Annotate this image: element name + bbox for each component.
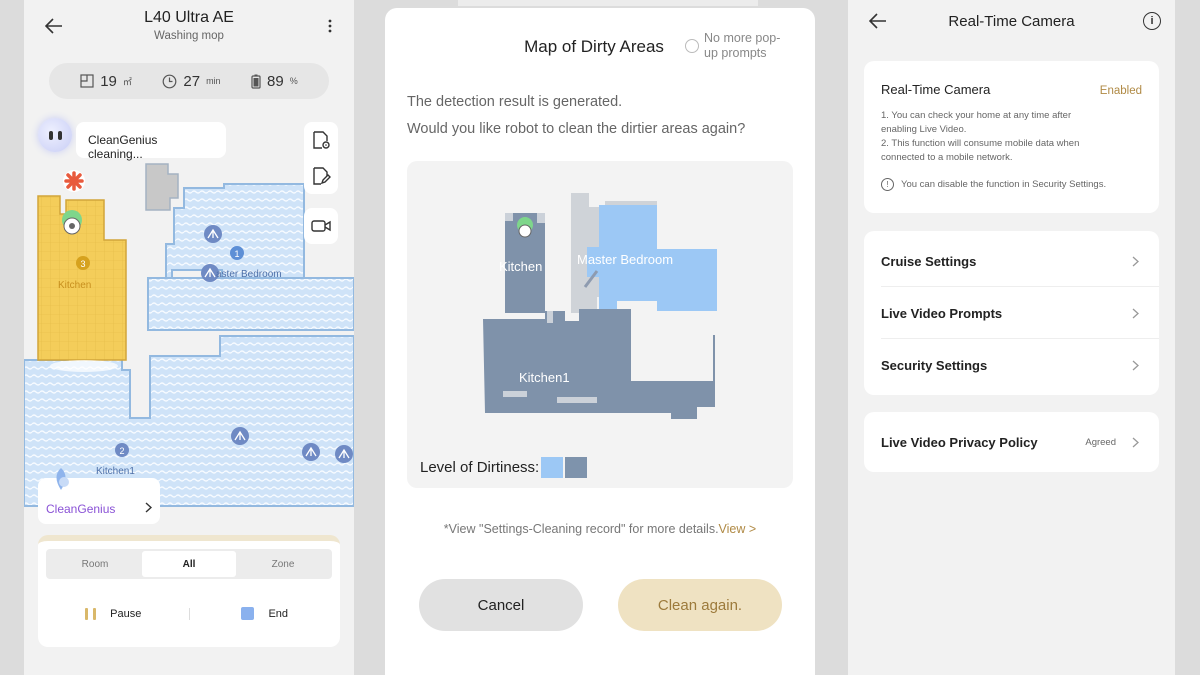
map-settings-icon	[313, 131, 330, 149]
segment-all[interactable]: All	[142, 551, 236, 577]
background-sheet-edge	[458, 0, 758, 6]
status-bubble: CleanGenius cleaning...	[76, 122, 226, 161]
dirty-room-kitchen1	[483, 309, 715, 419]
privacy-policy-row[interactable]: Live Video Privacy Policy Agreed	[864, 416, 1159, 468]
map-room-kitchen	[37, 195, 127, 361]
radio-button[interactable]	[685, 39, 699, 53]
status-badge: Enabled	[1099, 85, 1142, 97]
clean-again-button[interactable]: Clean again.	[618, 579, 782, 631]
clock-icon	[162, 74, 177, 88]
map-wall-area	[145, 163, 179, 211]
exclamation-icon: !	[881, 178, 894, 191]
kebab-icon	[328, 19, 332, 33]
description-1: 1. You can check your home at any time a…	[881, 110, 1072, 135]
result-message: The detection result is generated.	[407, 94, 623, 110]
no-more-prompts-option[interactable]: No more pop-up prompts	[685, 31, 815, 61]
agreement-status: Agreed	[1085, 436, 1116, 448]
battery-icon	[251, 74, 261, 89]
pause-icon	[85, 607, 97, 620]
map-label-kitchen: Kitchen	[499, 259, 542, 274]
pause-button[interactable]: Pause	[38, 607, 189, 620]
cleangenius-icon	[56, 468, 69, 490]
device-title: L40 Ultra AE	[144, 9, 234, 26]
dirtiness-low-swatch	[541, 457, 564, 478]
chevron-right-icon	[1128, 254, 1142, 268]
real-time-camera-screen: Real-Time Camera i Real-Time Camera Enab…	[848, 0, 1175, 675]
stat-battery: 89 %	[251, 73, 298, 90]
view-link[interactable]: View >	[719, 522, 757, 536]
stop-icon	[241, 607, 255, 620]
cleangenius-chip[interactable]: CleanGenius	[38, 468, 160, 524]
map-edit-button[interactable]	[304, 158, 338, 194]
dirty-areas-map: Kitchen Master Bedroom Kitchen1 Level of…	[407, 161, 793, 488]
card-title: Real-Time Camera	[881, 82, 991, 97]
page-title: Real-Time Camera	[948, 13, 1075, 30]
details-note: *View "Settings-Cleaning record" for mor…	[443, 522, 757, 536]
map-label-master-bedroom: Master Bedroom	[577, 252, 673, 267]
map-tool-buttons	[304, 122, 338, 244]
more-options-button[interactable]	[320, 15, 340, 37]
map-label-kitchen: Kitchen	[58, 280, 91, 291]
svg-text:3: 3	[80, 259, 85, 269]
security-notice: ! You can disable the function in Securi…	[881, 178, 1106, 191]
header: L40 Ultra AE Washing mop	[24, 0, 354, 56]
chevron-right-icon	[1128, 358, 1142, 372]
end-button[interactable]: End	[190, 607, 341, 620]
svg-text:2: 2	[119, 446, 124, 456]
area-icon	[80, 74, 94, 88]
settings-card: Cruise Settings Live Video Prompts Secur…	[864, 231, 1159, 395]
stat-area: 19 ㎡	[80, 73, 132, 90]
dirty-areas-dialog: Map of Dirty Areas No more pop-up prompt…	[385, 8, 815, 675]
map-label-kitchen1: Kitchen1	[519, 370, 570, 385]
cancel-button[interactable]: Cancel	[419, 579, 583, 631]
robot-map-screen: L40 Ultra AE Washing mop 19 ㎡ 27 min 89 …	[24, 0, 354, 675]
device-mode: Washing mop	[154, 30, 224, 42]
description-2: 2. This function will consume mobile dat…	[881, 138, 1080, 163]
chevron-right-icon	[1128, 435, 1142, 449]
map-label-kitchen1: Kitchen1	[96, 466, 135, 477]
dirtiness-high-swatch	[565, 457, 588, 478]
mode-segment-control: Room All Zone	[46, 549, 332, 579]
security-settings-row[interactable]: Security Settings	[864, 339, 1159, 391]
action-row: Pause End	[38, 607, 340, 620]
cleangenius-avatar	[38, 118, 72, 152]
question-message: Would you like robot to clean the dirtie…	[407, 121, 746, 137]
camera-button[interactable]	[304, 208, 338, 244]
cleaning-stats: 19 ㎡ 27 min 89 %	[49, 63, 329, 99]
map-room-center	[147, 277, 354, 331]
segment-zone[interactable]: Zone	[236, 551, 330, 577]
privacy-card: Live Video Privacy Policy Agreed	[864, 412, 1159, 472]
info-icon[interactable]: i	[1143, 12, 1161, 30]
cleaning-control-card: Room All Zone Pause End	[38, 535, 340, 647]
camera-status-card: Real-Time Camera Enabled 1. You can chec…	[864, 61, 1159, 213]
chevron-right-icon	[1128, 306, 1142, 320]
dirtiness-legend: Level of Dirtiness:	[420, 457, 588, 478]
map-manage-button[interactable]	[304, 122, 338, 158]
dirty-map-svg: Kitchen Master Bedroom Kitchen1	[483, 193, 717, 419]
edit-map-icon	[313, 167, 331, 185]
chevron-right-icon	[145, 501, 153, 516]
live-video-prompts-row[interactable]: Live Video Prompts	[864, 287, 1159, 339]
segment-room[interactable]: Room	[48, 551, 142, 577]
cruise-settings-row[interactable]: Cruise Settings	[864, 235, 1159, 287]
svg-text:1: 1	[234, 249, 239, 259]
stat-time: 27 min	[162, 73, 221, 90]
map-label-master-bedroom: aster Bedroom	[216, 269, 282, 280]
video-camera-icon	[311, 220, 331, 232]
